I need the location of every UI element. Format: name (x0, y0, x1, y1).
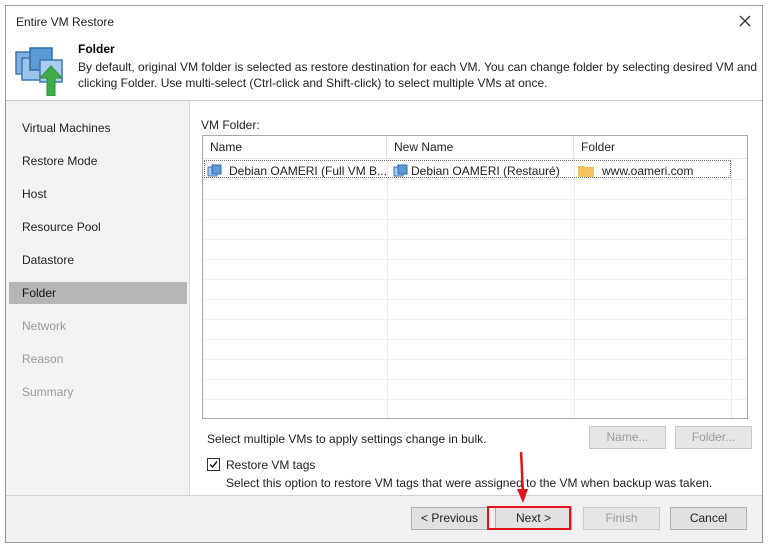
step-folder[interactable]: Folder (9, 282, 187, 304)
restore-vm-tags-description: Select this option to restore VM tags th… (226, 476, 713, 490)
row-divider (203, 299, 747, 300)
close-icon (739, 15, 751, 27)
vm-folder-value: www.oameri.com (602, 164, 694, 178)
wizard-steps: Virtual Machines Restore Mode Host Resource… (6, 101, 190, 495)
step-restore-mode[interactable]: Restore Mode (9, 150, 187, 172)
step-host[interactable]: Host (9, 183, 187, 205)
vm-icon (207, 164, 222, 177)
step-description: By default, original VM folder is select… (78, 60, 758, 90)
grid-body: Debian OAMERI (Full VM B... Debian OAMER… (203, 159, 747, 418)
column-divider (574, 159, 575, 418)
title-bar: Entire VM Restore (6, 6, 762, 36)
folder-icon (578, 166, 594, 177)
row-divider (203, 199, 747, 200)
step-network: Network (22, 319, 67, 333)
next-button-highlight (487, 506, 571, 530)
previous-button[interactable]: < Previous (411, 507, 488, 530)
step-reason: Reason (22, 352, 64, 366)
finish-button[interactable]: Finish (583, 507, 660, 530)
column-new-name[interactable]: New Name (387, 136, 574, 159)
restore-vm-tags-label[interactable]: Restore VM tags (226, 458, 315, 472)
row-divider (203, 319, 747, 320)
window-title: Entire VM Restore (16, 15, 115, 29)
restore-vm-tags-checkbox[interactable] (207, 458, 220, 471)
step-virtual-machines[interactable]: Virtual Machines (9, 117, 187, 139)
cell-folder: www.oameri.com (578, 163, 693, 179)
grid-header: Name New Name Folder (203, 136, 747, 159)
row-divider (203, 399, 747, 400)
row-divider (203, 179, 747, 180)
column-name[interactable]: Name (203, 136, 387, 159)
row-divider (203, 339, 747, 340)
wizard-window: Entire VM Restore Folder By default, ori… (5, 5, 763, 543)
row-divider (203, 379, 747, 380)
name-button[interactable]: Name... (589, 426, 666, 449)
row-divider (203, 259, 747, 260)
cancel-button[interactable]: Cancel (670, 507, 747, 530)
row-divider (203, 219, 747, 220)
cell-name: Debian OAMERI (Full VM B... (207, 163, 387, 179)
row-divider (203, 279, 747, 280)
cell-new-name: Debian OAMERI (Restauré) (393, 163, 560, 179)
folder-button[interactable]: Folder... (675, 426, 752, 449)
folder-panel: VM Folder: Name New Name Folder Debian O… (191, 101, 762, 495)
vm-folder-restore-icon (15, 47, 64, 96)
bulk-hint: Select multiple VMs to apply settings ch… (207, 432, 487, 446)
close-button[interactable] (732, 9, 758, 33)
vm-icon (393, 164, 408, 177)
column-divider (731, 159, 732, 418)
vm-new-name: Debian OAMERI (Restauré) (411, 164, 560, 178)
vm-name: Debian OAMERI (Full VM B... (229, 164, 388, 178)
table-row[interactable]: Debian OAMERI (Full VM B... Debian OAMER… (204, 160, 731, 178)
column-divider (387, 159, 388, 418)
checkmark-icon (209, 461, 218, 469)
step-resource-pool[interactable]: Resource Pool (9, 216, 187, 238)
step-summary: Summary (22, 385, 74, 399)
wizard-header: Folder By default, original VM folder is… (6, 36, 762, 100)
step-datastore[interactable]: Datastore (9, 249, 187, 271)
vm-folder-grid[interactable]: Name New Name Folder Debian OAMERI (Full… (202, 135, 748, 419)
column-folder[interactable]: Folder (574, 136, 747, 159)
row-divider (203, 359, 747, 360)
vm-folder-label: VM Folder: (201, 118, 260, 132)
row-divider (203, 239, 747, 240)
step-title: Folder (78, 42, 115, 56)
